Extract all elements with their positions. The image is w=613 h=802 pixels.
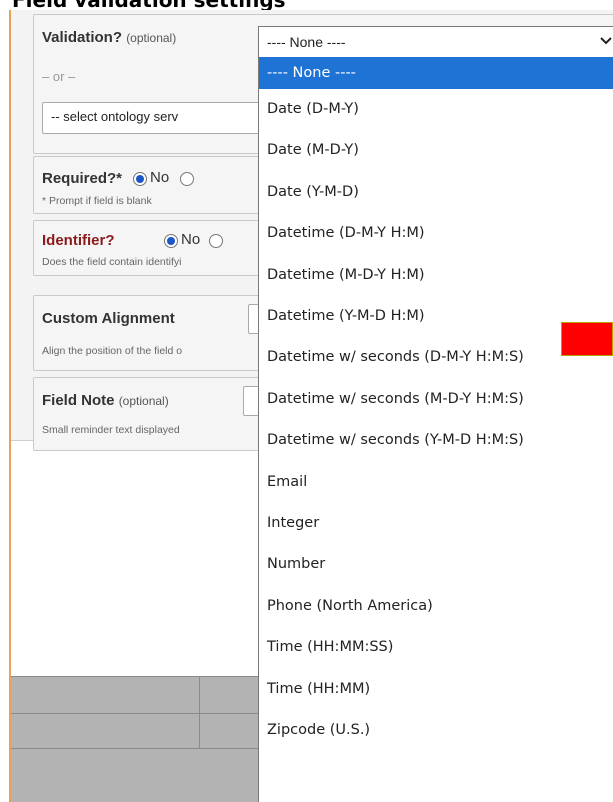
validation-option-label: Number bbox=[267, 556, 326, 573]
validation-option-label: Datetime w/ seconds (M-D-Y H:M:S) bbox=[267, 390, 524, 407]
validation-option-label: Phone (North America) bbox=[267, 597, 433, 614]
validation-option-label: ---- None ---- bbox=[267, 65, 356, 81]
validation-option-label: Time (HH:MM:SS) bbox=[267, 639, 394, 656]
validation-option[interactable]: Time (HH:MM:SS) bbox=[259, 627, 613, 668]
validation-option-label: Date (Y-M-D) bbox=[267, 183, 359, 200]
validation-option-label: Date (M-D-Y) bbox=[267, 142, 359, 159]
validation-option[interactable]: Datetime w/ seconds (Y-M-D H:M:S) bbox=[259, 420, 613, 461]
field-note-label-text: Field Note bbox=[42, 392, 115, 409]
required-no-radio[interactable] bbox=[133, 172, 147, 186]
color-marker bbox=[561, 322, 613, 356]
validation-label: Validation? (optional) bbox=[42, 29, 176, 46]
validation-option[interactable]: ---- None ---- bbox=[259, 57, 613, 89]
field-note-optional-text: (optional) bbox=[118, 394, 169, 408]
required-yes-radio[interactable] bbox=[180, 172, 194, 186]
identifier-label: Identifier? bbox=[42, 232, 115, 249]
validation-option-label: Datetime (D-M-Y H:M) bbox=[267, 225, 425, 242]
field-note-hint: Small reminder text displayed bbox=[42, 424, 180, 436]
validation-option[interactable]: Phone (North America) bbox=[259, 586, 613, 627]
divider bbox=[199, 676, 200, 748]
identifier-no-label: No bbox=[181, 231, 201, 248]
validation-option-label: Datetime w/ seconds (D-M-Y H:M:S) bbox=[267, 349, 524, 366]
validation-option-label: Zipcode (U.S.) bbox=[267, 722, 371, 738]
identifier-yes-radio[interactable] bbox=[209, 234, 223, 248]
validation-option[interactable]: Date (M-D-Y) bbox=[259, 130, 613, 171]
validation-selected-value: ---- None ---- bbox=[267, 34, 346, 50]
validation-option-label: Time (HH:MM) bbox=[267, 680, 371, 697]
validation-option[interactable]: Datetime (D-M-Y H:M) bbox=[259, 213, 613, 254]
validation-option[interactable]: Datetime (Y-M-D H:M) bbox=[259, 296, 613, 337]
dialog-heading: Field validation settings bbox=[12, 0, 286, 10]
validation-option[interactable]: Integer bbox=[259, 503, 613, 544]
identifier-hint: Does the field contain identifyi bbox=[42, 256, 182, 268]
validation-label-text: Validation? bbox=[42, 29, 123, 46]
validation-option[interactable]: Date (D-M-Y) bbox=[259, 89, 613, 130]
validation-option[interactable]: Email bbox=[259, 462, 613, 503]
validation-optional-text: (optional) bbox=[126, 31, 177, 45]
required-label: Required?* bbox=[42, 170, 123, 187]
validation-option[interactable]: Datetime w/ seconds (M-D-Y H:M:S) bbox=[259, 379, 613, 420]
identifier-no-radio[interactable] bbox=[164, 234, 178, 248]
top-strip: Field validation settings bbox=[0, 0, 613, 10]
or-separator: – or – bbox=[42, 69, 76, 84]
required-no-label: No bbox=[150, 169, 170, 186]
validation-option-label: Integer bbox=[267, 515, 320, 531]
validation-option-label: Datetime (M-D-Y H:M) bbox=[267, 266, 425, 283]
validation-option-label: Date (D-M-Y) bbox=[267, 101, 359, 117]
field-note-label: Field Note (optional) bbox=[42, 392, 169, 409]
validation-option-label: Datetime w/ seconds (Y-M-D H:M:S) bbox=[267, 432, 524, 449]
validation-option[interactable]: Time (HH:MM) bbox=[259, 669, 613, 710]
required-hint: * Prompt if field is blank bbox=[42, 195, 152, 207]
validation-option-label: Datetime (Y-M-D H:M) bbox=[267, 308, 425, 324]
validation-option[interactable]: Datetime w/ seconds (D-M-Y H:M:S) bbox=[259, 337, 613, 378]
validation-option[interactable]: Zipcode (U.S.) bbox=[259, 710, 613, 751]
custom-alignment-label: Custom Alignment bbox=[42, 310, 175, 327]
validation-select[interactable]: ---- None ---- bbox=[258, 26, 613, 58]
chevron-down-icon bbox=[600, 31, 612, 55]
validation-option-label: Email bbox=[267, 473, 308, 490]
ontology-service-select[interactable]: -- select ontology serv bbox=[42, 102, 284, 134]
validation-option[interactable]: Date (Y-M-D) bbox=[259, 172, 613, 213]
custom-alignment-hint: Align the position of the field o bbox=[42, 345, 183, 357]
validation-dropdown-list[interactable]: ---- None ---- Date (D-M-Y) Date (M-D-Y) Da… bbox=[258, 57, 613, 802]
validation-option[interactable]: Datetime (M-D-Y H:M) bbox=[259, 255, 613, 296]
ontology-service-placeholder: -- select ontology serv bbox=[51, 109, 179, 124]
validation-option[interactable]: Number bbox=[259, 544, 613, 585]
